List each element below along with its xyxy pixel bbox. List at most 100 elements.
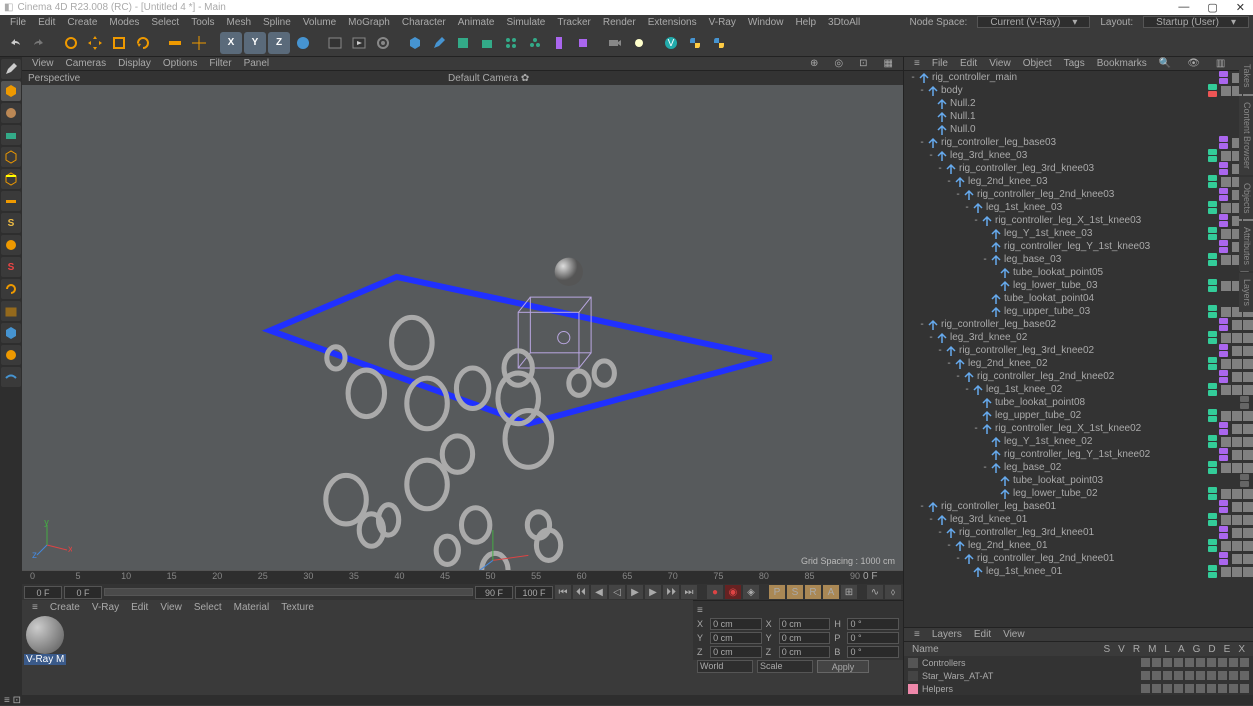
play-button[interactable]: ▶ xyxy=(627,585,643,599)
object-name-label[interactable]: Null.2 xyxy=(950,98,1240,109)
mat-menu-edit[interactable]: Edit xyxy=(125,602,154,613)
object-row[interactable]: - rig_controller_leg_base02 xyxy=(904,318,1253,331)
menu-window[interactable]: Window xyxy=(742,17,790,28)
key-pos-button[interactable]: P xyxy=(769,585,785,599)
lay-menu-edit[interactable]: Edit xyxy=(968,629,997,640)
object-row[interactable]: - rig_controller_leg_3rd_knee01 xyxy=(904,526,1253,539)
visibility-toggles[interactable] xyxy=(1219,214,1228,227)
scale-x-field[interactable]: 0 cm xyxy=(779,618,831,630)
object-name-label[interactable]: rig_controller_leg_2nd_knee03 xyxy=(977,189,1219,200)
object-row[interactable]: tube_lookat_point03 xyxy=(904,474,1253,487)
visibility-toggles[interactable] xyxy=(1219,552,1228,565)
material-name-label[interactable]: V-Ray M xyxy=(24,654,66,665)
menu-file[interactable]: File xyxy=(4,17,32,28)
rot-b-field[interactable]: 0 ° xyxy=(847,646,899,658)
object-name-label[interactable]: body xyxy=(941,85,1208,96)
expand-toggle[interactable] xyxy=(926,111,936,122)
menu-animate[interactable]: Animate xyxy=(452,17,501,28)
menu-select[interactable]: Select xyxy=(145,17,185,28)
visibility-toggles[interactable] xyxy=(1208,331,1217,344)
layer-flag[interactable] xyxy=(1218,658,1227,667)
visibility-toggles[interactable] xyxy=(1219,344,1228,357)
locked-workplane-button[interactable] xyxy=(1,345,21,365)
visibility-toggles[interactable] xyxy=(1208,565,1217,578)
autokey-button[interactable]: ◉ xyxy=(725,585,741,599)
object-manager-tree[interactable]: - rig_controller_main - body Null.2 Null… xyxy=(904,71,1253,627)
vtab-content-browser[interactable]: Content Browser xyxy=(1239,96,1253,175)
visibility-toggles[interactable] xyxy=(1208,513,1217,526)
last-tool[interactable] xyxy=(164,32,186,54)
tag-icon[interactable] xyxy=(1232,437,1242,447)
layer-flag[interactable] xyxy=(1196,658,1205,667)
menu-edit[interactable]: Edit xyxy=(32,17,61,28)
vtab-attributes[interactable]: Attributes xyxy=(1239,221,1253,271)
expand-toggle[interactable]: - xyxy=(917,501,927,512)
tag-icon[interactable] xyxy=(1243,372,1253,382)
visibility-toggles[interactable] xyxy=(1208,435,1217,448)
object-row[interactable]: tube_lookat_point04 xyxy=(904,292,1253,305)
object-name-label[interactable]: rig_controller_leg_2nd_knee01 xyxy=(977,553,1219,564)
object-name-label[interactable]: rig_controller_leg_3rd_knee01 xyxy=(959,527,1219,538)
fwd-frame-button[interactable]: ▶ xyxy=(645,585,661,599)
object-row[interactable]: - leg_2nd_knee_02 xyxy=(904,357,1253,370)
object-name-label[interactable]: rig_controller_leg_X_1st_knee02 xyxy=(995,423,1219,434)
tag-icon[interactable] xyxy=(1221,567,1231,577)
menu-spline[interactable]: Spline xyxy=(257,17,297,28)
expand-toggle[interactable]: - xyxy=(935,163,945,174)
om-menu-view[interactable]: View xyxy=(983,58,1017,69)
layer-flag[interactable] xyxy=(1174,658,1183,667)
layer-flag[interactable] xyxy=(1163,684,1172,693)
menu-create[interactable]: Create xyxy=(61,17,103,28)
coord-mode2-dropdown[interactable]: Scale xyxy=(757,660,813,673)
object-name-label[interactable]: Null.1 xyxy=(950,111,1240,122)
object-row[interactable]: leg_upper_tube_03 xyxy=(904,305,1253,318)
object-name-label[interactable]: leg_base_02 xyxy=(1004,462,1208,473)
object-row[interactable]: - body xyxy=(904,84,1253,97)
vtab-layers[interactable]: Layers xyxy=(1239,273,1253,312)
workplane-3-button[interactable] xyxy=(1,323,21,343)
snap-2-button[interactable] xyxy=(1,235,21,255)
object-name-label[interactable]: rig_controller_leg_3rd_knee02 xyxy=(959,345,1219,356)
render-settings-button[interactable] xyxy=(372,32,394,54)
menu-tools[interactable]: Tools xyxy=(185,17,220,28)
vp-nav-1-icon[interactable]: ⊕ xyxy=(804,58,824,69)
om-menu-edit[interactable]: Edit xyxy=(954,58,983,69)
layer-flag[interactable] xyxy=(1185,684,1194,693)
expand-toggle[interactable] xyxy=(980,228,990,239)
vp-menu-cameras[interactable]: Cameras xyxy=(60,58,113,69)
planar-workplane-button[interactable] xyxy=(1,367,21,387)
vp-nav-4-icon[interactable]: ▦ xyxy=(878,58,899,69)
object-name-label[interactable]: rig_controller_leg_3rd_knee03 xyxy=(959,163,1219,174)
visibility-toggles[interactable] xyxy=(1219,448,1228,461)
object-name-label[interactable]: rig_controller_leg_Y_1st_knee02 xyxy=(1004,449,1219,460)
layer-flag[interactable] xyxy=(1229,671,1238,680)
layer-flag[interactable] xyxy=(1185,658,1194,667)
subdivision-button[interactable] xyxy=(452,32,474,54)
nodespace-dropdown[interactable]: Current (V-Ray)▾ xyxy=(977,16,1090,28)
tag-icon[interactable] xyxy=(1221,255,1231,265)
vtab-takes[interactable]: Takes xyxy=(1239,58,1253,94)
scale-tool[interactable] xyxy=(108,32,130,54)
visibility-toggles[interactable] xyxy=(1208,461,1217,474)
tag-icon[interactable] xyxy=(1243,541,1253,551)
workplane-button[interactable] xyxy=(1,125,21,145)
timeline-slider[interactable] xyxy=(104,588,473,596)
minimize-button[interactable]: — xyxy=(1178,1,1189,14)
visibility-toggles[interactable] xyxy=(1219,422,1228,435)
coord-system-button[interactable] xyxy=(292,32,314,54)
tag-icon[interactable] xyxy=(1232,320,1242,330)
x-axis-button[interactable]: X xyxy=(220,32,242,54)
menu-v-ray[interactable]: V-Ray xyxy=(703,17,742,28)
cur-to-field[interactable]: 90 F xyxy=(475,586,513,599)
vp-nav-3-icon[interactable]: ⊡ xyxy=(853,58,873,69)
object-name-label[interactable]: leg_2nd_knee_03 xyxy=(968,176,1208,187)
object-row[interactable]: - leg_3rd_knee_03 xyxy=(904,149,1253,162)
object-name-label[interactable]: leg_Y_1st_knee_03 xyxy=(1004,228,1208,239)
object-name-label[interactable]: tube_lookat_point04 xyxy=(1004,293,1240,304)
tag-icon[interactable] xyxy=(1232,463,1242,473)
tag-icon[interactable] xyxy=(1243,437,1253,447)
mat-menu-texture[interactable]: Texture xyxy=(275,602,320,613)
object-row[interactable]: leg_1st_knee_01 xyxy=(904,565,1253,578)
python-button[interactable] xyxy=(684,32,706,54)
layer-flag[interactable] xyxy=(1141,658,1150,667)
